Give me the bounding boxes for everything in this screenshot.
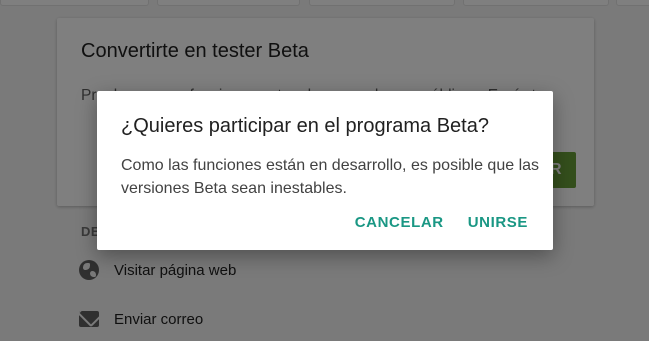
join-button[interactable]: UNIRSE <box>468 210 528 238</box>
dialog-actions: CANCELAR UNIRSE <box>355 210 553 238</box>
dialog-title: ¿Quieres participar en el programa Beta? <box>121 115 489 137</box>
dialog-message: Como las funciones están en desarrollo, … <box>121 157 540 197</box>
beta-confirm-dialog: ¿Quieres participar en el programa Beta?… <box>97 91 553 250</box>
cancel-button[interactable]: CANCELAR <box>355 210 444 238</box>
